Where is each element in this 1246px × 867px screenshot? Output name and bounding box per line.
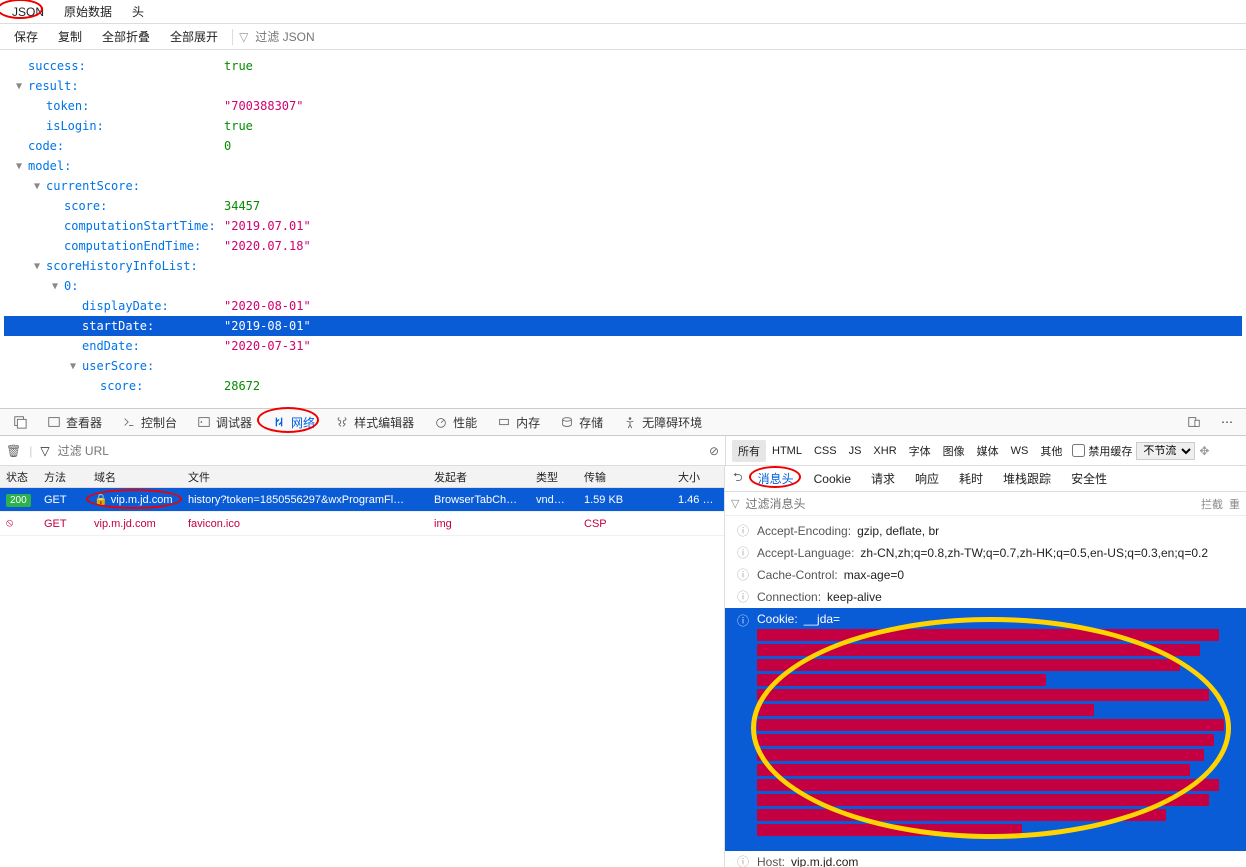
col-status[interactable]: 状态 bbox=[0, 466, 38, 488]
tab-network[interactable]: 网络 bbox=[263, 410, 324, 435]
filter-xhr[interactable]: XHR bbox=[867, 442, 902, 460]
key-token[interactable]: token: bbox=[4, 96, 224, 116]
key-index0[interactable]: ▼0: bbox=[4, 276, 224, 296]
trash-icon[interactable]: 🗑 bbox=[6, 444, 21, 458]
table-row[interactable]: 200 GET 🔒 vip.m.jd.com history?token=185… bbox=[0, 488, 724, 512]
responsive-mode-icon[interactable] bbox=[1178, 411, 1210, 433]
key-score2[interactable]: score: bbox=[4, 376, 224, 396]
headers-filter-row: ▽ 拦截 重 bbox=[725, 492, 1246, 516]
key-currentScore[interactable]: ▼currentScore: bbox=[4, 176, 224, 196]
lock-icon: 🔒 bbox=[94, 494, 108, 506]
key-scoreHistory[interactable]: ▼scoreHistoryInfoList: bbox=[4, 256, 224, 276]
headers-filter-input[interactable] bbox=[745, 497, 1195, 511]
throttle-select[interactable]: 不节流 bbox=[1136, 442, 1195, 460]
headers-list[interactable]: ⓘAccept-Encoding:gzip, deflate, br ⓘAcce… bbox=[725, 516, 1246, 867]
detail-tabs: ⮌ 消息头 Cookie 请求 响应 耗时 堆栈跟踪 安全性 bbox=[725, 466, 1246, 492]
tab-timings[interactable]: 耗时 bbox=[950, 466, 992, 491]
cookie-redacted-content bbox=[757, 629, 1238, 836]
filter-images[interactable]: 图像 bbox=[937, 440, 971, 462]
tab-inspector[interactable]: 查看器 bbox=[38, 410, 111, 435]
tab-json[interactable]: JSON bbox=[2, 2, 54, 22]
filter-all[interactable]: 所有 bbox=[732, 440, 766, 462]
col-size[interactable]: 大小 bbox=[672, 466, 722, 488]
resend-button[interactable]: 重 bbox=[1229, 496, 1240, 512]
save-button[interactable]: 保存 bbox=[6, 25, 46, 48]
col-transfer[interactable]: 传输 bbox=[578, 466, 672, 488]
key-result[interactable]: ▼result: bbox=[4, 76, 224, 96]
tab-storage[interactable]: 存储 bbox=[551, 410, 612, 435]
cookie-header: ⓘ Cookie:__jda= bbox=[725, 608, 1246, 851]
more-icon[interactable]: ⋯ bbox=[1212, 411, 1242, 433]
json-tree[interactable]: success:true ▼result: token:"700388307" … bbox=[0, 50, 1246, 408]
filter-fonts[interactable]: 字体 bbox=[903, 440, 937, 462]
expand-all-button[interactable]: 全部展开 bbox=[162, 25, 226, 48]
copy-button[interactable]: 复制 bbox=[50, 25, 90, 48]
tab-memory[interactable]: 内存 bbox=[488, 410, 549, 435]
devtools-panel-tabs: 查看器 控制台 调试器 网络 样式编辑器 性能 内存 存储 无障碍环境 ⋯ bbox=[0, 408, 1246, 436]
tab-headers[interactable]: 头 bbox=[122, 0, 154, 23]
col-file[interactable]: 文件 bbox=[182, 466, 428, 488]
key-score[interactable]: score: bbox=[4, 196, 224, 216]
filter-css[interactable]: CSS bbox=[808, 442, 843, 460]
new-window-icon[interactable] bbox=[4, 411, 36, 433]
help-icon[interactable]: ⓘ bbox=[737, 588, 749, 606]
table-header: 状态 方法 域名 文件 发起者 类型 传输 大小 bbox=[0, 466, 724, 488]
json-filter-input[interactable] bbox=[255, 30, 410, 44]
key-startDate[interactable]: startDate: bbox=[4, 316, 224, 336]
collapse-all-button[interactable]: 全部折叠 bbox=[94, 25, 158, 48]
tab-raw-data[interactable]: 原始数据 bbox=[54, 0, 122, 23]
help-icon[interactable]: ⓘ bbox=[737, 522, 749, 540]
response-view-tabs: JSON 原始数据 头 bbox=[0, 0, 1246, 24]
col-method[interactable]: 方法 bbox=[38, 466, 88, 488]
network-filter-row: 🗑 | ▽ ⊘ 所有 HTML CSS JS XHR 字体 图像 媒体 WS 其… bbox=[0, 436, 1246, 466]
col-type[interactable]: 类型 bbox=[530, 466, 578, 488]
filter-other[interactable]: 其他 bbox=[1034, 440, 1068, 462]
block-button[interactable]: 拦截 bbox=[1201, 496, 1223, 512]
network-request-table: 状态 方法 域名 文件 发起者 类型 传输 大小 200 GET 🔒 vip.m… bbox=[0, 466, 725, 867]
tab-message-headers[interactable]: 消息头 bbox=[749, 466, 803, 491]
tab-performance[interactable]: 性能 bbox=[425, 410, 486, 435]
close-details-icon[interactable]: ⮌ bbox=[729, 468, 747, 489]
tab-security[interactable]: 安全性 bbox=[1062, 466, 1116, 491]
har-icon[interactable]: ✥ bbox=[1199, 444, 1209, 458]
help-icon[interactable]: ⓘ bbox=[737, 566, 749, 584]
key-computationStart[interactable]: computationStartTime: bbox=[4, 216, 224, 236]
key-model[interactable]: ▼model: bbox=[4, 156, 224, 176]
tab-stack-trace[interactable]: 堆栈跟踪 bbox=[994, 466, 1060, 491]
filter-icon: ▽ bbox=[239, 30, 248, 44]
tab-request[interactable]: 请求 bbox=[862, 466, 904, 491]
tab-accessibility[interactable]: 无障碍环境 bbox=[614, 410, 711, 435]
tab-debugger[interactable]: 调试器 bbox=[188, 410, 261, 435]
key-displayDate[interactable]: displayDate: bbox=[4, 296, 224, 316]
key-userScore[interactable]: ▼userScore: bbox=[4, 356, 224, 376]
request-details-pane: ⮌ 消息头 Cookie 请求 响应 耗时 堆栈跟踪 安全性 ▽ 拦截 重 ⓘA… bbox=[725, 466, 1246, 867]
filter-icon: ▽ bbox=[731, 497, 739, 510]
url-filter-input[interactable] bbox=[58, 444, 701, 458]
key-endDate[interactable]: endDate: bbox=[4, 336, 224, 356]
key-success[interactable]: success: bbox=[4, 56, 224, 76]
filter-js[interactable]: JS bbox=[843, 442, 868, 460]
col-initiator[interactable]: 发起者 bbox=[428, 466, 530, 488]
table-row[interactable]: ⦸ GET vip.m.jd.com favicon.ico img CSP bbox=[0, 512, 724, 536]
help-icon[interactable]: ⓘ bbox=[737, 612, 749, 629]
filter-icon: ▽ bbox=[40, 444, 49, 458]
filter-html[interactable]: HTML bbox=[766, 442, 808, 460]
col-domain[interactable]: 域名 bbox=[88, 466, 182, 488]
tab-style-editor[interactable]: 样式编辑器 bbox=[326, 410, 423, 435]
key-code[interactable]: code: bbox=[4, 136, 224, 156]
network-body: 状态 方法 域名 文件 发起者 类型 传输 大小 200 GET 🔒 vip.m… bbox=[0, 466, 1246, 867]
key-isLogin[interactable]: isLogin: bbox=[4, 116, 224, 136]
filter-ws[interactable]: WS bbox=[1005, 442, 1035, 460]
tab-cookies[interactable]: Cookie bbox=[805, 468, 860, 490]
filter-media[interactable]: 媒体 bbox=[971, 440, 1005, 462]
json-toolbar: 保存 复制 全部折叠 全部展开 ▽ bbox=[0, 24, 1246, 50]
help-icon[interactable]: ⓘ bbox=[737, 853, 749, 867]
help-icon[interactable]: ⓘ bbox=[737, 544, 749, 562]
disable-cache-checkbox[interactable]: 禁用缓存 bbox=[1072, 443, 1132, 459]
tab-console[interactable]: 控制台 bbox=[113, 410, 186, 435]
tab-response[interactable]: 响应 bbox=[906, 466, 948, 491]
key-computationEnd[interactable]: computationEndTime: bbox=[4, 236, 224, 256]
block-icon[interactable]: ⊘ bbox=[709, 444, 719, 458]
